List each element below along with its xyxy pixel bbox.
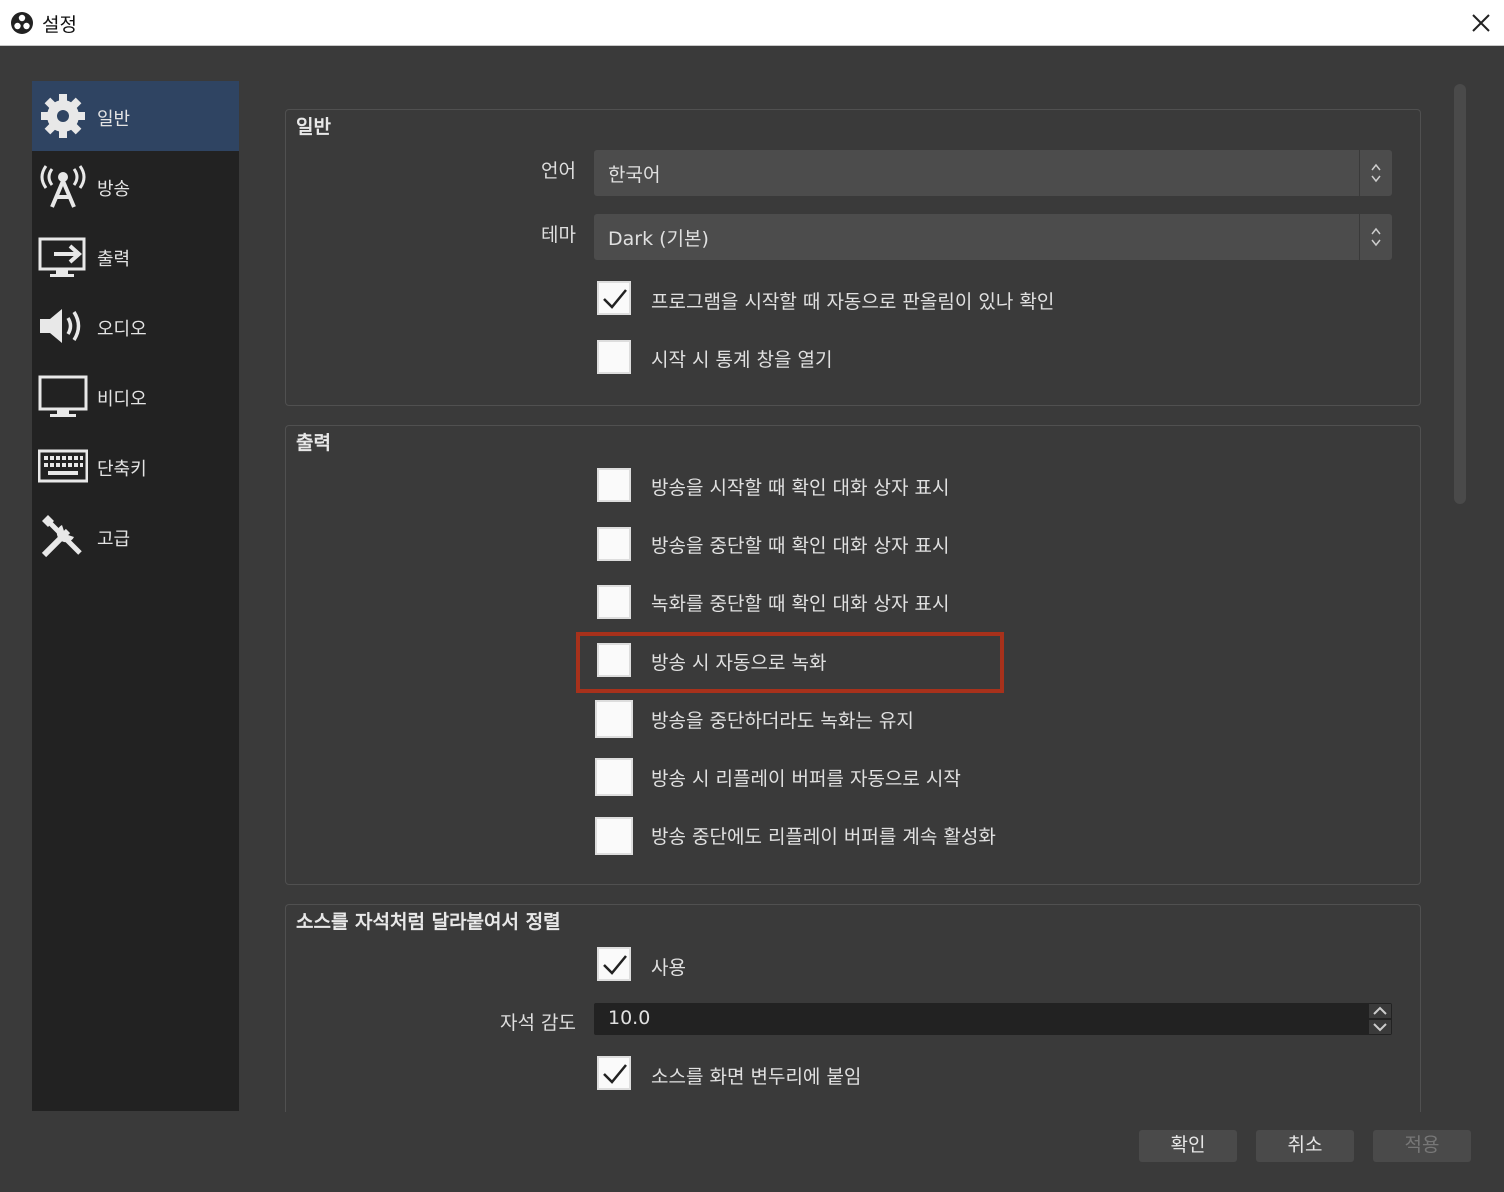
snap-sensitivity-spinbox[interactable]: 10.0 <box>594 1003 1392 1035</box>
replay-buffer-keep-label: 방송 중단에도 리플레이 버퍼를 계속 활성화 <box>651 826 996 848</box>
sidebar-item-advanced[interactable]: 고급 <box>32 501 239 571</box>
ok-button[interactable]: 확인 <box>1139 1130 1237 1162</box>
sidebar-item-label: 방송 <box>97 179 131 200</box>
language-select[interactable]: 한국어 <box>594 150 1392 196</box>
language-label: 언어 <box>541 160 576 182</box>
cancel-button[interactable]: 취소 <box>1256 1130 1354 1162</box>
language-value: 한국어 <box>608 164 661 186</box>
keep-recording-checkbox[interactable] <box>595 700 633 738</box>
general-group: 일반 언어 한국어 테마 Dark (기본) 프로그램을 시작할 때 자동으로 … <box>285 109 1421 406</box>
check-update-label: 프로그램을 시작할 때 자동으로 판올림이 있나 확인 <box>651 291 1055 313</box>
checkmark-icon <box>603 289 627 309</box>
sidebar-item-label: 단축키 <box>97 459 147 480</box>
group-title: 일반 <box>296 116 331 138</box>
apply-button[interactable]: 적용 <box>1373 1130 1471 1162</box>
spin-arrows-icon[interactable] <box>1368 1003 1392 1035</box>
speaker-icon <box>40 309 81 343</box>
checkmark-icon <box>603 1064 627 1084</box>
snapping-group: 소스를 자석처럼 달라붙여서 정렬 사용 자석 감도 10.0 소스를 화면 변… <box>285 904 1421 1124</box>
theme-value: Dark (기본) <box>608 228 709 250</box>
replay-buffer-keep-checkbox[interactable] <box>595 817 633 855</box>
snapping-enable-label: 사용 <box>651 957 686 979</box>
sidebar-item-hotkeys[interactable]: 단축키 <box>32 431 239 501</box>
tools-icon <box>41 515 82 558</box>
output-monitor-icon <box>38 237 86 277</box>
snap-edges-checkbox[interactable] <box>597 1056 631 1090</box>
group-title: 출력 <box>296 432 331 454</box>
sidebar-item-label: 출력 <box>97 249 131 270</box>
confirm-stop-record-label: 녹화를 중단할 때 확인 대화 상자 표시 <box>651 593 950 615</box>
theme-select[interactable]: Dark (기본) <box>594 214 1392 260</box>
close-icon[interactable] <box>1466 8 1496 38</box>
sidebar-item-label: 비디오 <box>97 389 147 410</box>
keep-recording-label: 방송을 중단하더라도 녹화는 유지 <box>651 710 914 732</box>
sidebar-item-label: 일반 <box>97 109 131 130</box>
settings-scrollbar[interactable] <box>1454 84 1466 504</box>
confirm-start-stream-label: 방송을 시작할 때 확인 대화 상자 표시 <box>651 477 950 499</box>
annotation-highlight-box <box>576 632 1004 693</box>
replay-buffer-start-checkbox[interactable] <box>595 758 633 796</box>
snapping-enable-checkbox[interactable] <box>597 947 631 981</box>
snap-sensitivity-value: 10.0 <box>608 1007 651 1029</box>
gear-icon <box>41 94 85 138</box>
confirm-start-stream-checkbox[interactable] <box>597 468 631 502</box>
keyboard-icon <box>38 449 88 483</box>
checkmark-icon <box>603 955 627 975</box>
broadcast-antenna-icon <box>40 165 86 208</box>
updown-arrows-icon <box>1359 214 1381 260</box>
confirm-stop-stream-checkbox[interactable] <box>597 527 631 561</box>
replay-buffer-start-label: 방송 시 리플레이 버퍼를 자동으로 시작 <box>651 768 961 790</box>
sidebar-item-audio[interactable]: 오디오 <box>32 291 239 361</box>
theme-label: 테마 <box>541 224 576 246</box>
sidebar-item-label: 오디오 <box>97 319 147 340</box>
check-update-checkbox[interactable] <box>597 281 631 315</box>
sidebar-item-output[interactable]: 출력 <box>32 221 239 291</box>
snap-edges-label: 소스를 화면 변두리에 붙임 <box>651 1066 862 1088</box>
open-stats-label: 시작 시 통계 창을 열기 <box>651 349 833 371</box>
sidebar-item-video[interactable]: 비디오 <box>32 361 239 431</box>
snap-sensitivity-label: 자석 감도 <box>500 1012 576 1034</box>
window-title: 설정 <box>42 14 77 36</box>
monitor-icon <box>38 375 88 417</box>
sidebar-item-label: 고급 <box>97 529 131 550</box>
obs-logo-icon <box>11 12 33 34</box>
open-stats-checkbox[interactable] <box>597 340 631 374</box>
sidebar-item-general[interactable]: 일반 <box>32 81 239 151</box>
confirm-stop-stream-label: 방송을 중단할 때 확인 대화 상자 표시 <box>651 535 950 557</box>
settings-sidebar: 일반 방송 출력 오디오 비디오 단축키 고급 <box>32 81 239 1111</box>
updown-arrows-icon <box>1359 150 1381 196</box>
title-bar: 설정 <box>0 0 1504 46</box>
group-title: 소스를 자석처럼 달라붙여서 정렬 <box>296 911 561 933</box>
sidebar-item-broadcast[interactable]: 방송 <box>32 151 239 221</box>
confirm-stop-record-checkbox[interactable] <box>597 585 631 619</box>
